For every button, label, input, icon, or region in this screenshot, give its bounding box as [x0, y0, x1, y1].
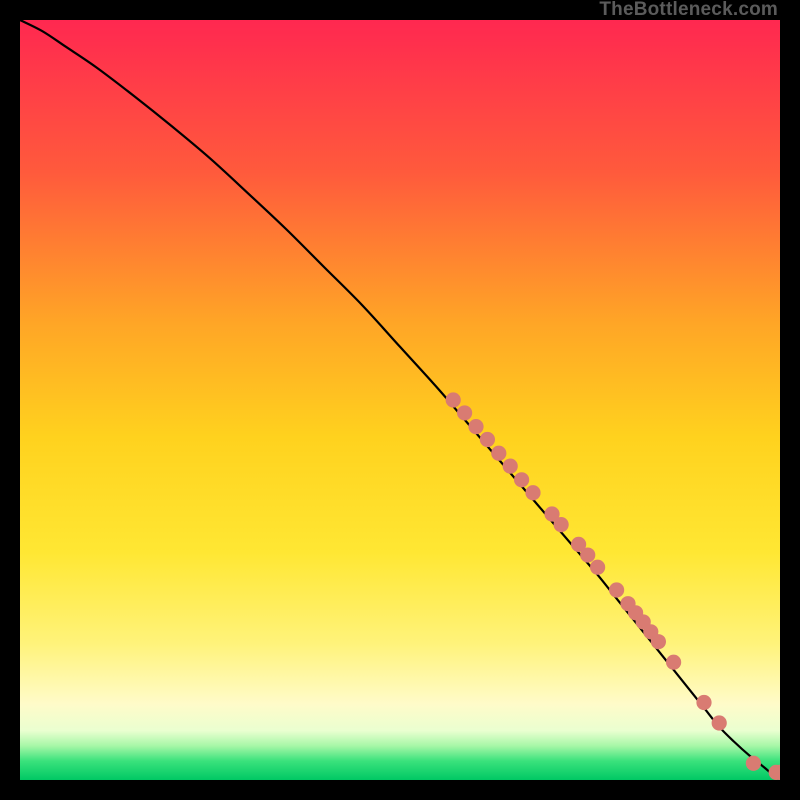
- data-marker: [480, 432, 495, 447]
- data-marker: [651, 634, 666, 649]
- data-marker: [491, 446, 506, 461]
- data-marker: [446, 392, 461, 407]
- data-marker: [712, 715, 727, 730]
- bottleneck-chart: [20, 20, 780, 780]
- data-marker: [503, 459, 518, 474]
- gradient-background: [20, 20, 780, 780]
- data-marker: [580, 547, 595, 562]
- data-marker: [525, 485, 540, 500]
- plot-area: [20, 20, 780, 780]
- data-marker: [590, 560, 605, 575]
- data-marker: [457, 405, 472, 420]
- data-marker: [609, 582, 624, 597]
- data-marker: [554, 517, 569, 532]
- data-marker: [514, 472, 529, 487]
- data-marker: [468, 419, 483, 434]
- chart-stage: TheBottleneck.com: [0, 0, 800, 800]
- data-marker: [666, 655, 681, 670]
- watermark-label: TheBottleneck.com: [599, 0, 778, 21]
- data-marker: [746, 756, 761, 771]
- data-marker: [696, 695, 711, 710]
